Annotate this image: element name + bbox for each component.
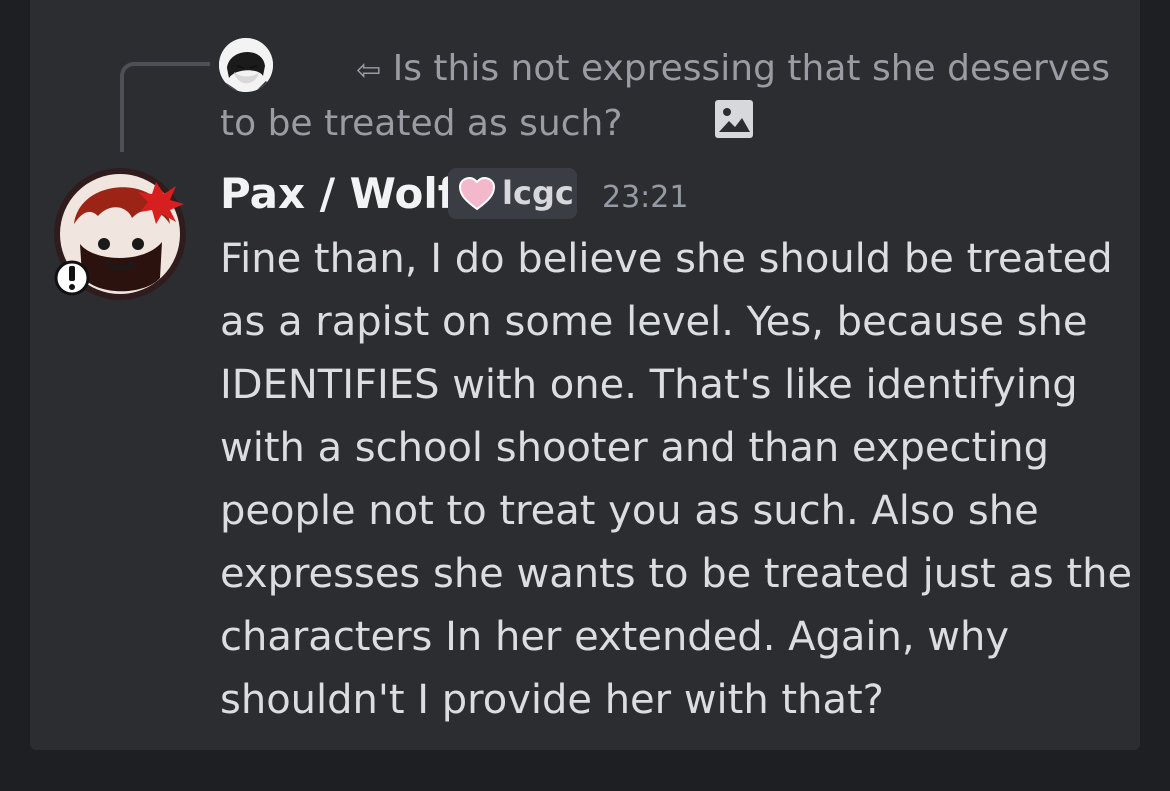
message-timestamp[interactable]: 23:21	[602, 178, 688, 218]
clan-tag[interactable]: lcgc	[448, 168, 577, 219]
reply-preview[interactable]: ⇦ Is this not expressing that she deserv…	[220, 42, 1120, 154]
author-avatar[interactable]	[52, 166, 188, 302]
image-icon	[646, 99, 754, 154]
clan-tag-label: lcgc	[502, 174, 574, 212]
anime-avatar-icon	[54, 168, 186, 300]
reply-arrow-icon: ⇦	[356, 53, 382, 88]
heart-icon	[458, 176, 496, 215]
message-body: Fine than, I do believe she should be tr…	[220, 236, 1133, 723]
reply-connector-line	[120, 62, 210, 152]
author-name[interactable]: Pax / Wolf	[220, 168, 456, 220]
